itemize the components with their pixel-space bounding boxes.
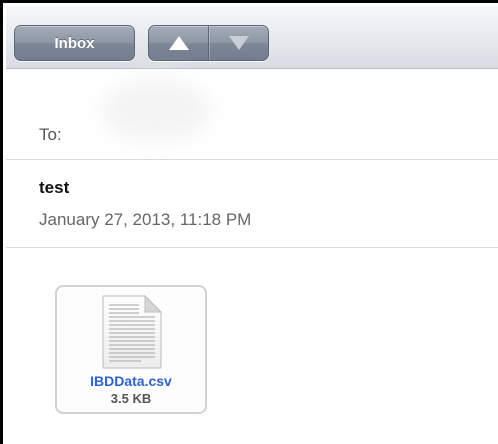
mail-window: Inbox To: test January 27, 2013, 11:18 P…: [0, 0, 498, 444]
message-subject: test: [39, 178, 70, 197]
attachment-filename: IBDData.csv: [90, 373, 172, 389]
message-nav-segmented-control: [148, 25, 269, 61]
next-message-button[interactable]: [209, 26, 268, 60]
previous-message-button[interactable]: [149, 26, 208, 60]
csv-file-icon: [102, 295, 163, 369]
to-label: To:: [39, 125, 62, 144]
recipient-row: To:: [6, 68, 498, 160]
arrow-up-icon: [168, 36, 189, 50]
attachment-tile[interactable]: IBDData.csv 3.5 KB: [55, 285, 207, 414]
arrow-down-icon: [228, 36, 249, 50]
attachment-size: 3.5 KB: [110, 391, 152, 406]
inbox-button-label: Inbox: [54, 34, 95, 52]
message-date: January 27, 2013, 11:18 PM: [39, 210, 252, 229]
mail-toolbar: Inbox: [6, 6, 498, 69]
inbox-back-button[interactable]: Inbox: [14, 25, 135, 61]
redacted-sender-area: [101, 78, 211, 143]
subject-row: test January 27, 2013, 11:18 PM: [6, 160, 498, 248]
